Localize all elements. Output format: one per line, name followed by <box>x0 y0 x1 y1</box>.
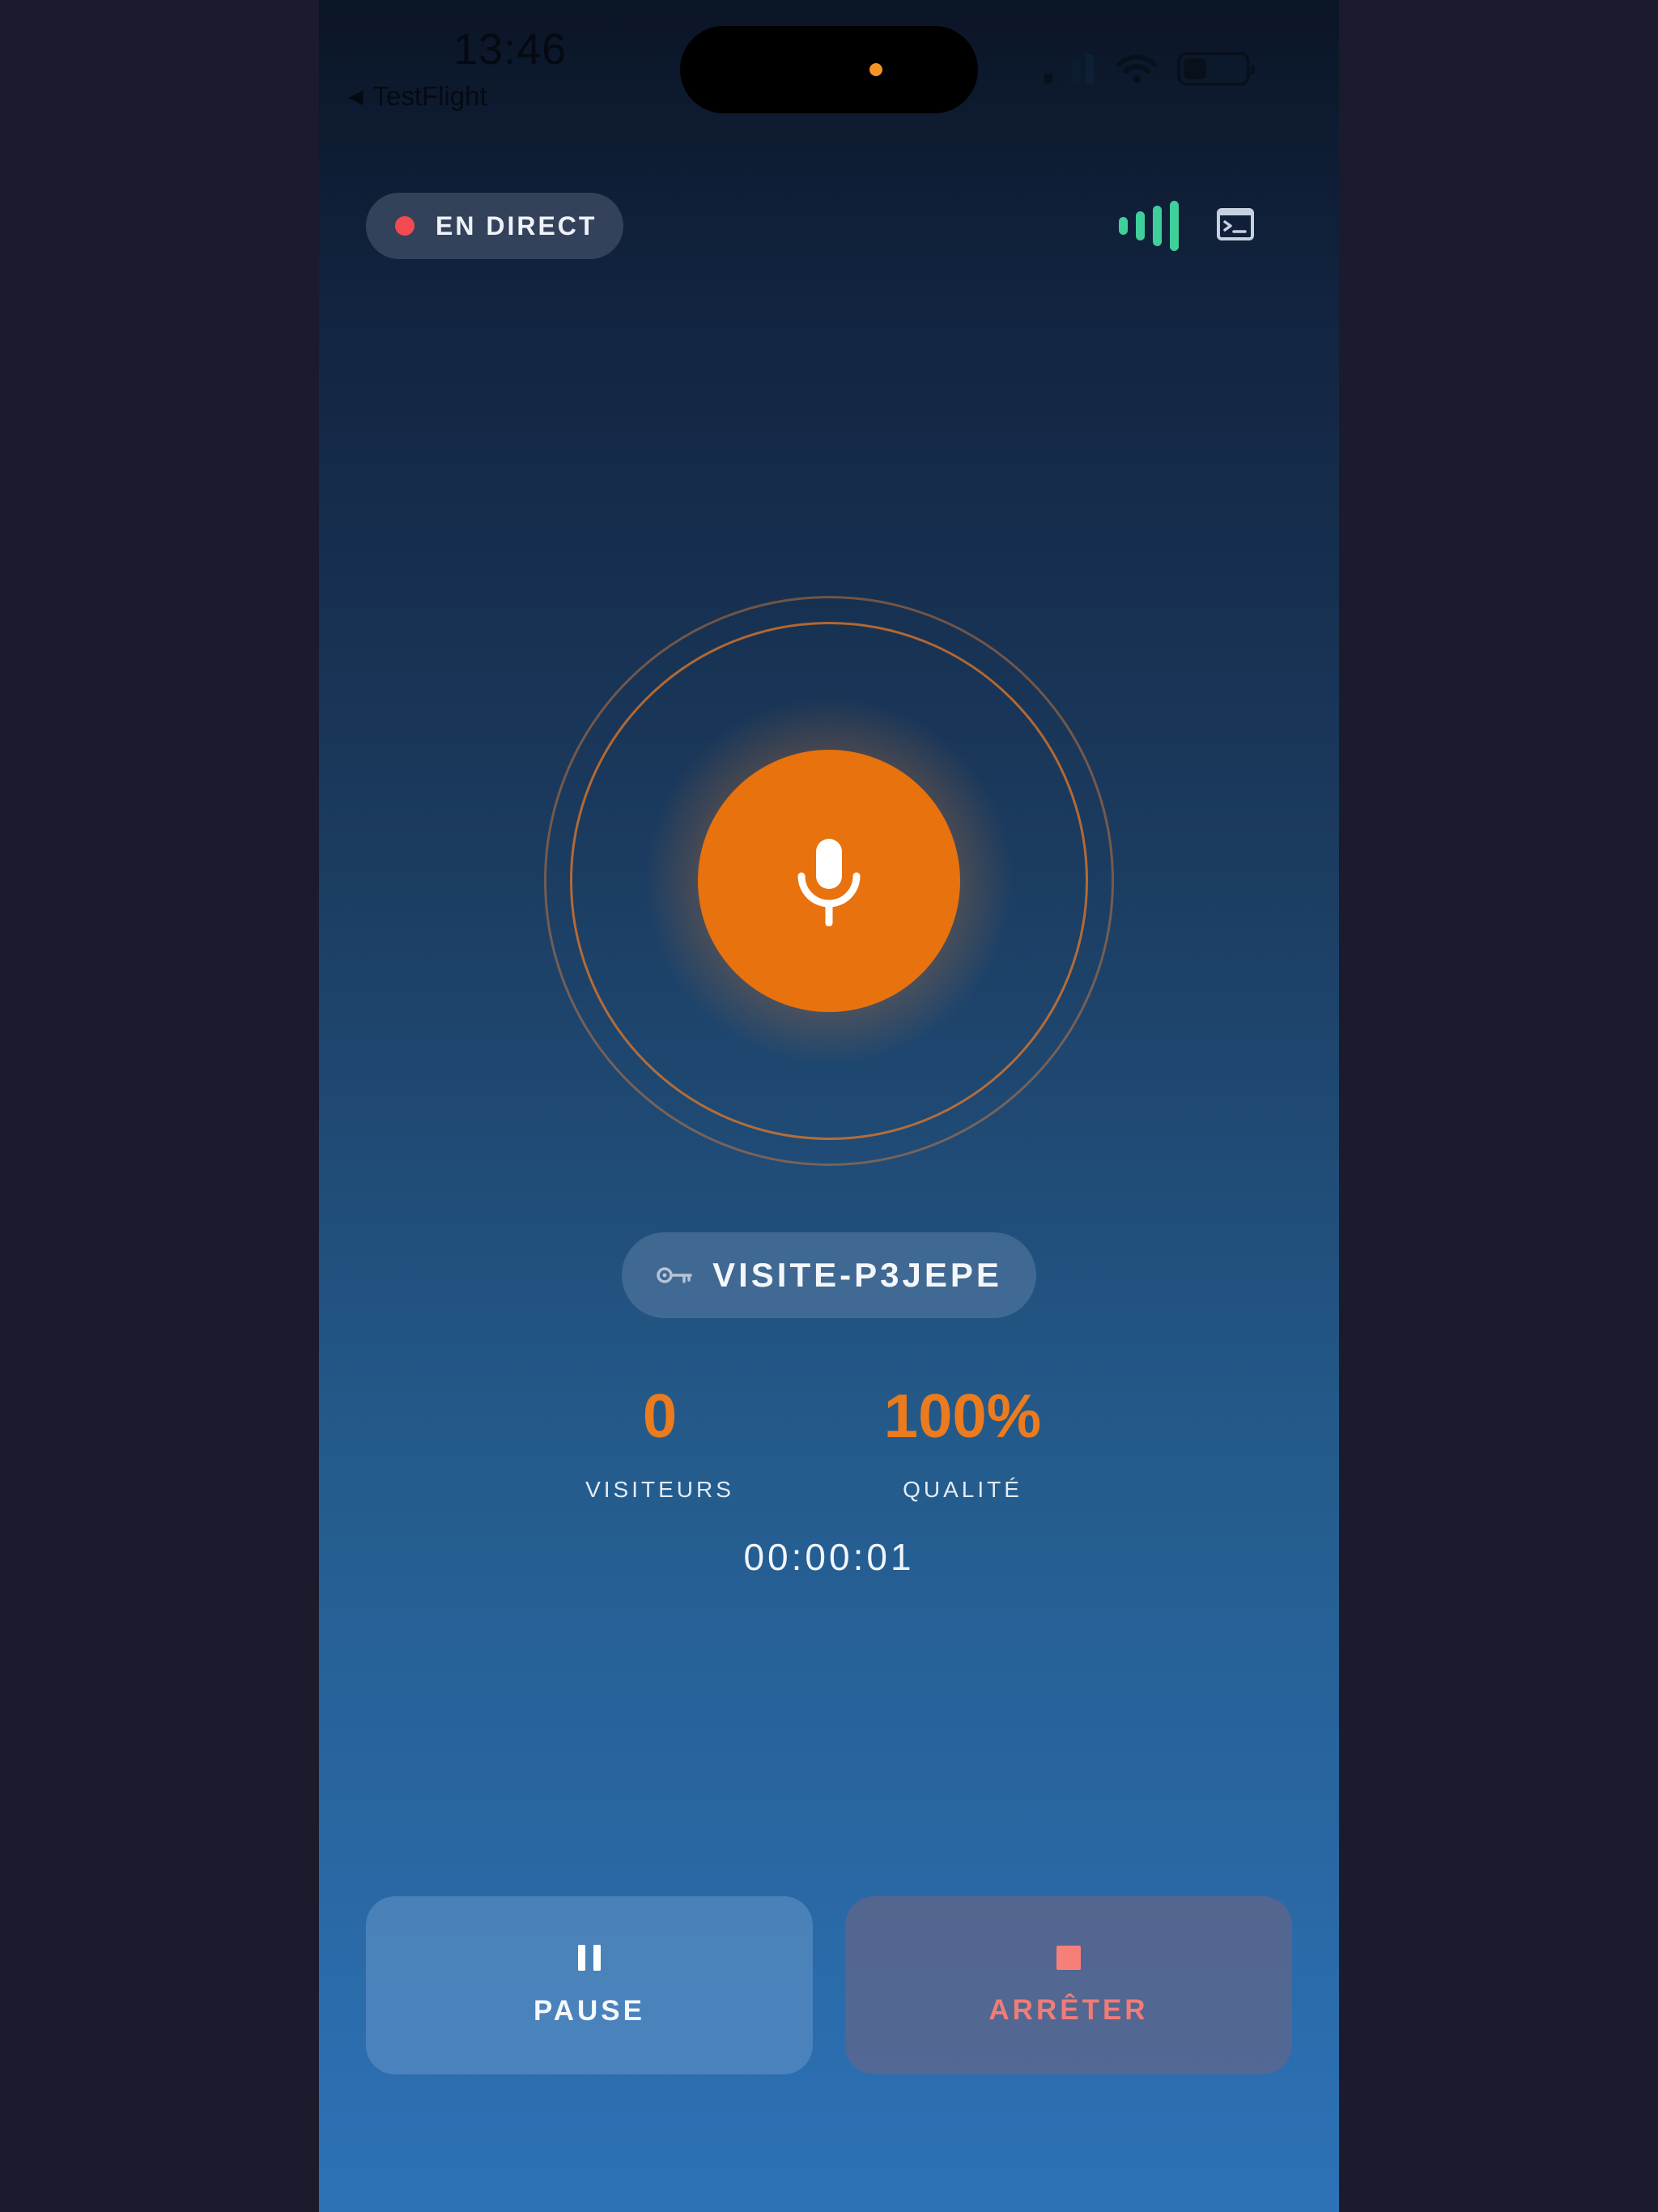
quality-label: QUALITÉ <box>903 1477 1022 1502</box>
microphone-button[interactable] <box>698 750 960 1012</box>
status-time: 13:46 <box>453 25 568 74</box>
status-icons <box>1043 52 1255 86</box>
stop-icon <box>1056 1946 1081 1970</box>
pause-icon <box>578 1945 601 1971</box>
privacy-indicator <box>869 63 882 76</box>
session-code-badge[interactable]: VISITE-P3JEPE <box>622 1232 1036 1318</box>
quality-value: 100% <box>883 1382 1042 1451</box>
wifi-icon <box>1116 54 1157 83</box>
stop-button[interactable]: ARRÊTER <box>845 1896 1292 2074</box>
audio-level-icon[interactable] <box>1117 201 1182 251</box>
live-label: EN DIRECT <box>436 211 597 240</box>
live-status-badge: EN DIRECT <box>366 193 623 259</box>
cellular-signal-icon <box>1044 54 1094 83</box>
live-dot <box>395 216 414 236</box>
stop-label: ARRÊTER <box>988 1994 1149 2026</box>
visitors-label: VISITEURS <box>585 1477 734 1502</box>
back-to-testflight[interactable]: ◀ TestFlight <box>348 81 487 112</box>
back-app-label: TestFlight <box>372 81 487 111</box>
terminal-icon[interactable] <box>1216 207 1255 241</box>
elapsed-timer: 00:00:01 <box>743 1536 915 1578</box>
back-arrow-icon: ◀ <box>348 85 363 108</box>
session-code: VISITE-P3JEPE <box>712 1256 1002 1294</box>
pause-label: PAUSE <box>534 1995 645 2027</box>
app-screen: 13:46 ◀ TestFlight EN DIRECT VISITE-P3JE… <box>319 0 1339 2212</box>
key-icon <box>657 1267 692 1283</box>
microphone-icon <box>797 839 861 926</box>
dynamic-island <box>680 26 978 113</box>
battery-icon <box>1177 52 1255 86</box>
pause-button[interactable]: PAUSE <box>366 1896 813 2074</box>
visitors-count: 0 <box>642 1382 678 1451</box>
